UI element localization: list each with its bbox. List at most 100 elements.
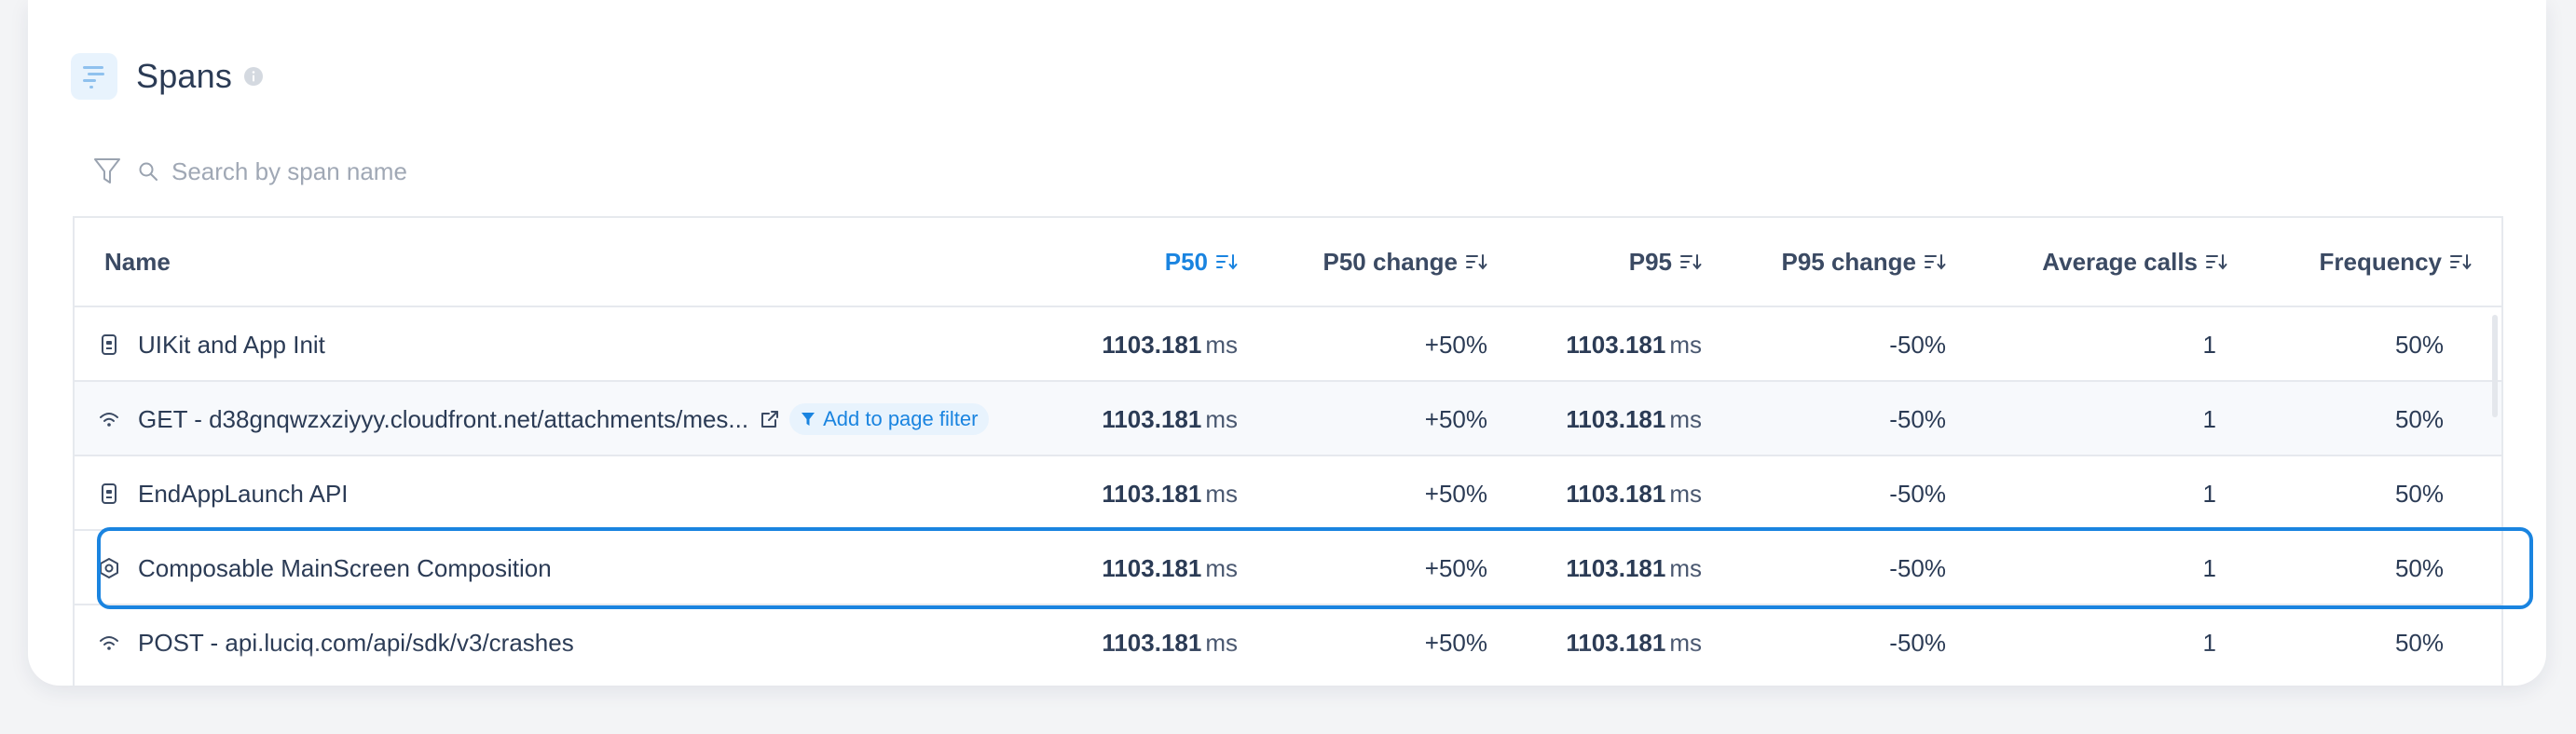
column-header-p95-change[interactable]: P95 change	[1706, 218, 1946, 306]
p95-change-cell: -50%	[1889, 628, 1946, 657]
filter-icon[interactable]	[93, 156, 121, 186]
column-header-label: Average calls	[2042, 247, 2198, 276]
column-header-p95[interactable]: P95	[1491, 218, 1702, 306]
frequency-cell: 50%	[2394, 628, 2444, 657]
p95-value: 1103.181	[1566, 404, 1666, 433]
p95-change-cell: -50%	[1889, 553, 1946, 582]
p95-value: 1103.181	[1566, 479, 1666, 508]
sort-icon[interactable]	[1679, 252, 1702, 271]
p50-value: 1103.181	[1102, 553, 1202, 582]
p50-unit: ms	[1205, 404, 1238, 433]
column-header-label: Name	[104, 247, 171, 276]
p95-unit: ms	[1669, 330, 1702, 359]
p50-value: 1103.181	[1102, 404, 1202, 433]
p50-change-cell: +50%	[1424, 330, 1487, 359]
p50-change-cell: +50%	[1424, 553, 1487, 582]
column-header-name[interactable]: Name	[104, 218, 171, 306]
average-calls-cell: 1	[2202, 330, 2216, 359]
network-icon	[97, 410, 121, 428]
span-name[interactable]: POST - api.luciq.com/api/sdk/v3/crashes	[138, 629, 574, 658]
column-header-label: Frequency	[2319, 247, 2443, 276]
p95-cell: 1103.181 ms	[1491, 605, 1702, 680]
add-to-page-filter-button[interactable]: Add to page filter	[789, 403, 990, 435]
p95-value: 1103.181	[1566, 628, 1666, 657]
spans-icon	[71, 53, 117, 100]
p95-cell: 1103.181 ms	[1491, 531, 1702, 605]
column-header-label: P95 change	[1781, 247, 1916, 276]
sort-icon[interactable]	[2205, 252, 2227, 271]
span-name-cell: UIKit and App Init	[97, 307, 1076, 382]
table-row[interactable]: POST - api.luciq.com/api/sdk/v3/crashes …	[75, 605, 2501, 680]
spans-panel: Spans Name P5	[28, 0, 2546, 686]
table-row-selected[interactable]: Composable MainScreen Composition 1103.1…	[75, 531, 2501, 605]
table-header: Name P50 P50 change P95 P95 change Avera…	[75, 218, 2501, 307]
column-header-p50[interactable]: P50	[1007, 218, 1238, 306]
p50-value: 1103.181	[1102, 479, 1202, 508]
span-name-cell: POST - api.luciq.com/api/sdk/v3/crashes	[97, 605, 1076, 680]
p95-cell: 1103.181 ms	[1491, 456, 1702, 531]
table-row[interactable]: GET - d38gnqwzxziyyy.cloudfront.net/atta…	[75, 382, 2501, 456]
table-row[interactable]: UIKit and App Init 1103.181 ms +50% 1103.…	[75, 307, 2501, 382]
p50-unit: ms	[1205, 553, 1238, 582]
p50-cell: 1103.181 ms	[1007, 307, 1238, 382]
device-icon	[97, 483, 121, 505]
p95-change-cell: -50%	[1889, 404, 1946, 433]
sort-icon[interactable]	[2449, 252, 2472, 271]
p95-value: 1103.181	[1566, 553, 1666, 582]
p95-value: 1103.181	[1566, 330, 1666, 359]
p95-unit: ms	[1669, 628, 1702, 657]
p50-unit: ms	[1205, 330, 1238, 359]
sort-icon[interactable]	[1465, 252, 1487, 271]
average-calls-cell: 1	[2202, 479, 2216, 508]
column-header-label: P50 change	[1322, 247, 1458, 276]
column-header-p50-change[interactable]: P50 change	[1240, 218, 1487, 306]
search-bar	[93, 149, 731, 194]
span-name[interactable]: GET - d38gnqwzxziyyy.cloudfront.net/atta…	[138, 405, 748, 434]
column-header-average-calls[interactable]: Average calls	[1948, 218, 2227, 306]
frequency-cell: 50%	[2394, 330, 2444, 359]
p95-unit: ms	[1669, 553, 1702, 582]
column-header-frequency[interactable]: Frequency	[2231, 218, 2472, 306]
table-row[interactable]: EndAppLaunch API 1103.181 ms +50% 1103.18…	[75, 456, 2501, 531]
device-icon	[97, 333, 121, 356]
span-name-cell: Composable MainScreen Composition	[97, 531, 1076, 605]
p95-change-cell: -50%	[1889, 330, 1946, 359]
p50-change-cell: +50%	[1424, 628, 1487, 657]
frequency-cell: 50%	[2394, 479, 2444, 508]
external-link-icon[interactable]	[760, 409, 780, 429]
table-scrollbar[interactable]	[2492, 315, 2498, 417]
p50-unit: ms	[1205, 628, 1238, 657]
p50-cell: 1103.181 ms	[1007, 456, 1238, 531]
p50-change-cell: +50%	[1424, 404, 1487, 433]
p50-change-cell: +50%	[1424, 479, 1487, 508]
span-name[interactable]: EndAppLaunch API	[138, 480, 349, 509]
span-name-cell: EndAppLaunch API	[97, 456, 1076, 531]
p95-unit: ms	[1669, 404, 1702, 433]
average-calls-cell: 1	[2202, 553, 2216, 582]
info-icon[interactable]	[243, 66, 264, 87]
search-icon	[138, 161, 158, 182]
column-header-label: P95	[1628, 247, 1672, 276]
span-name-cell: GET - d38gnqwzxziyyy.cloudfront.net/atta…	[97, 382, 1076, 456]
span-name[interactable]: UIKit and App Init	[138, 331, 325, 360]
average-calls-cell: 1	[2202, 404, 2216, 433]
column-header-label: P50	[1164, 247, 1208, 276]
p50-cell: 1103.181 ms	[1007, 531, 1238, 605]
span-name[interactable]: Composable MainScreen Composition	[138, 554, 552, 583]
panel-title: Spans	[136, 57, 233, 95]
p95-cell: 1103.181 ms	[1491, 307, 1702, 382]
filter-icon	[801, 411, 815, 428]
frequency-cell: 50%	[2394, 553, 2444, 582]
sort-icon[interactable]	[1215, 252, 1238, 271]
search-input[interactable]	[171, 156, 731, 186]
frequency-cell: 50%	[2394, 404, 2444, 433]
spans-table: Name P50 P50 change P95 P95 change Avera…	[73, 216, 2503, 686]
p50-value: 1103.181	[1102, 330, 1202, 359]
p50-cell: 1103.181 ms	[1007, 605, 1238, 680]
network-icon	[97, 633, 121, 652]
p50-unit: ms	[1205, 479, 1238, 508]
sort-icon[interactable]	[1924, 252, 1946, 271]
panel-header: Spans	[71, 50, 264, 102]
p95-unit: ms	[1669, 479, 1702, 508]
p95-cell: 1103.181 ms	[1491, 382, 1702, 456]
